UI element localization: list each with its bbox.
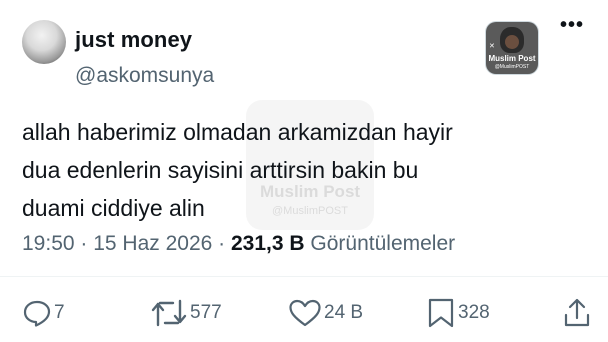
retweet-count: 577: [190, 302, 222, 323]
tweet-date[interactable]: 15 Haz 2026: [93, 232, 212, 255]
tweet-line: duami ciddiye alin: [22, 195, 205, 221]
meta-separator: ·: [80, 232, 94, 255]
tweet-line: dua edenlerin sayisini arttirsin bakin b…: [22, 157, 419, 183]
author-name[interactable]: just money: [75, 27, 192, 53]
tweet-line: allah haberimiz olmadan arkamizdan hayir: [22, 119, 453, 145]
views-label: Görüntülemeler: [310, 232, 456, 255]
bookmark-icon: [428, 298, 454, 328]
views-count: 231,3 B: [231, 232, 305, 255]
badge-avatar: [500, 27, 524, 53]
heart-icon: [289, 299, 321, 327]
bookmark-button[interactable]: 328: [426, 296, 490, 330]
badge-brand: Muslim Post: [488, 54, 536, 63]
divider: [0, 276, 608, 277]
affiliate-badge[interactable]: ✕ Muslim Post @MuslimPOST: [486, 22, 538, 74]
x-logo-icon: ✕: [489, 43, 495, 50]
more-icon[interactable]: •••: [560, 15, 584, 35]
reply-icon: [23, 300, 51, 327]
avatar[interactable]: [22, 20, 66, 64]
tweet-time[interactable]: 19:50: [22, 232, 75, 255]
meta-separator: ·: [218, 232, 231, 255]
tweet-meta: 19:50 · 15 Haz 2026 · 231,3 B Görüntülem…: [22, 232, 455, 256]
bookmark-count: 328: [458, 302, 490, 323]
like-count: 24 B: [324, 302, 364, 323]
badge-brand-sub: @MuslimPOST: [494, 64, 530, 70]
retweet-icon: [151, 299, 187, 327]
reply-count: 7: [54, 302, 65, 323]
like-button[interactable]: 24 B: [288, 296, 363, 330]
share-button[interactable]: [562, 296, 592, 330]
retweet-button[interactable]: 577: [150, 296, 222, 330]
tweet-text: allah haberimiz olmadan arkamizdan hayir…: [22, 113, 492, 227]
author-handle[interactable]: @askomsunya: [75, 64, 214, 88]
reply-button[interactable]: 7: [22, 296, 65, 330]
share-icon: [564, 298, 590, 327]
